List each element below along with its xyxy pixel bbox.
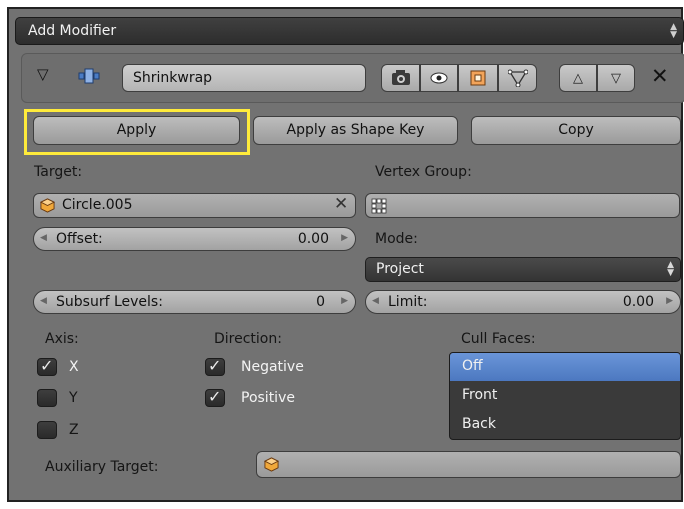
vertex-group-field[interactable] — [365, 193, 680, 218]
modifier-name-field[interactable]: Shrinkwrap — [122, 64, 366, 92]
auxiliary-target-field[interactable] — [256, 451, 681, 478]
apply-button[interactable]: Apply — [33, 116, 240, 145]
axis-z-checkbox[interactable] — [37, 421, 57, 439]
subsurf-levels-field[interactable]: ◀ Subsurf Levels: 0 ▶ — [33, 290, 356, 314]
cull-faces-label: Cull Faces: — [461, 331, 536, 347]
clear-x-icon[interactable]: ✕ — [334, 194, 348, 214]
cull-faces-option-back-label: Back — [462, 416, 496, 432]
auxiliary-target-label: Auxiliary Target: — [45, 459, 159, 475]
direction-negative-label: Negative — [241, 359, 304, 375]
axis-x-label: X — [69, 359, 79, 375]
updown-arrows-icon: ▲ ▼ — [667, 260, 674, 278]
cull-faces-option-back[interactable]: Back — [450, 411, 680, 439]
direction-negative-checkbox[interactable]: ✓ — [205, 356, 225, 376]
vertex-group-icon — [371, 198, 387, 214]
axis-y-label: Y — [69, 390, 78, 406]
edit-mode-icon[interactable] — [458, 64, 498, 92]
cage-icon[interactable] — [498, 64, 537, 92]
checkmark-icon: ✓ — [208, 387, 222, 406]
target-value: Circle.005 — [62, 197, 133, 213]
axis-x-checkbox[interactable]: ✓ — [37, 356, 57, 376]
cull-faces-option-off[interactable]: Off — [450, 353, 680, 381]
eye-icon[interactable] — [420, 64, 458, 92]
limit-value: 0.00 — [622, 294, 654, 310]
cull-faces-option-front[interactable]: Front — [450, 382, 680, 410]
target-label: Target: — [34, 164, 83, 180]
offset-field[interactable]: ◀ Offset: 0.00 ▶ — [33, 227, 356, 251]
direction-label: Direction: — [214, 331, 282, 347]
apply-as-shape-key-button[interactable]: Apply as Shape Key — [253, 116, 458, 145]
apply-as-shape-key-label: Apply as Shape Key — [286, 122, 425, 138]
object-cube-icon — [40, 198, 55, 213]
vertex-group-label: Vertex Group: — [375, 164, 472, 180]
target-field[interactable]: Circle.005 ✕ — [33, 193, 356, 218]
add-modifier-label: Add Modifier — [28, 23, 117, 39]
cull-faces-option-front-label: Front — [462, 387, 498, 403]
subsurf-levels-label: Subsurf Levels: — [56, 294, 163, 310]
offset-label: Offset: — [56, 231, 103, 247]
shrinkwrap-modifier-icon — [78, 68, 100, 84]
apply-button-label: Apply — [116, 122, 157, 138]
move-up-icon[interactable]: △ — [559, 64, 597, 92]
offset-value: 0.00 — [297, 231, 329, 247]
decrement-arrow-icon[interactable]: ◀ — [372, 296, 379, 306]
axis-y-checkbox[interactable] — [37, 389, 57, 407]
mode-label: Mode: — [375, 231, 418, 247]
decrement-arrow-icon[interactable]: ◀ — [40, 233, 47, 243]
mode-dropdown[interactable]: Project ▲ ▼ — [365, 257, 681, 282]
checkmark-icon: ✓ — [208, 356, 222, 375]
axis-label: Axis: — [45, 331, 79, 347]
camera-icon[interactable] — [381, 64, 420, 92]
object-cube-icon — [264, 457, 279, 472]
copy-button-label: Copy — [558, 122, 594, 138]
cull-faces-option-off-label: Off — [462, 358, 483, 374]
close-icon[interactable]: ✕ — [651, 64, 669, 88]
axis-z-label: Z — [69, 422, 79, 438]
decrement-arrow-icon[interactable]: ◀ — [40, 296, 47, 306]
checkmark-icon: ✓ — [40, 356, 54, 375]
subsurf-levels-value: 0 — [316, 294, 325, 310]
add-modifier-dropdown[interactable]: Add Modifier ▲ ▼ — [15, 17, 684, 45]
move-down-icon[interactable]: ▽ — [597, 64, 635, 92]
increment-arrow-icon[interactable]: ▶ — [666, 296, 673, 306]
mode-value: Project — [376, 261, 424, 277]
direction-positive-checkbox[interactable]: ✓ — [205, 387, 225, 407]
limit-label: Limit: — [388, 294, 428, 310]
increment-arrow-icon[interactable]: ▶ — [341, 233, 348, 243]
increment-arrow-icon[interactable]: ▶ — [341, 296, 348, 306]
modifier-name: Shrinkwrap — [133, 70, 213, 86]
direction-positive-label: Positive — [241, 390, 295, 406]
updown-arrows-icon: ▲ ▼ — [670, 22, 677, 40]
collapse-triangle-icon[interactable]: ▽ — [37, 65, 49, 83]
limit-field[interactable]: ◀ Limit: 0.00 ▶ — [365, 290, 681, 314]
copy-button[interactable]: Copy — [471, 116, 681, 145]
